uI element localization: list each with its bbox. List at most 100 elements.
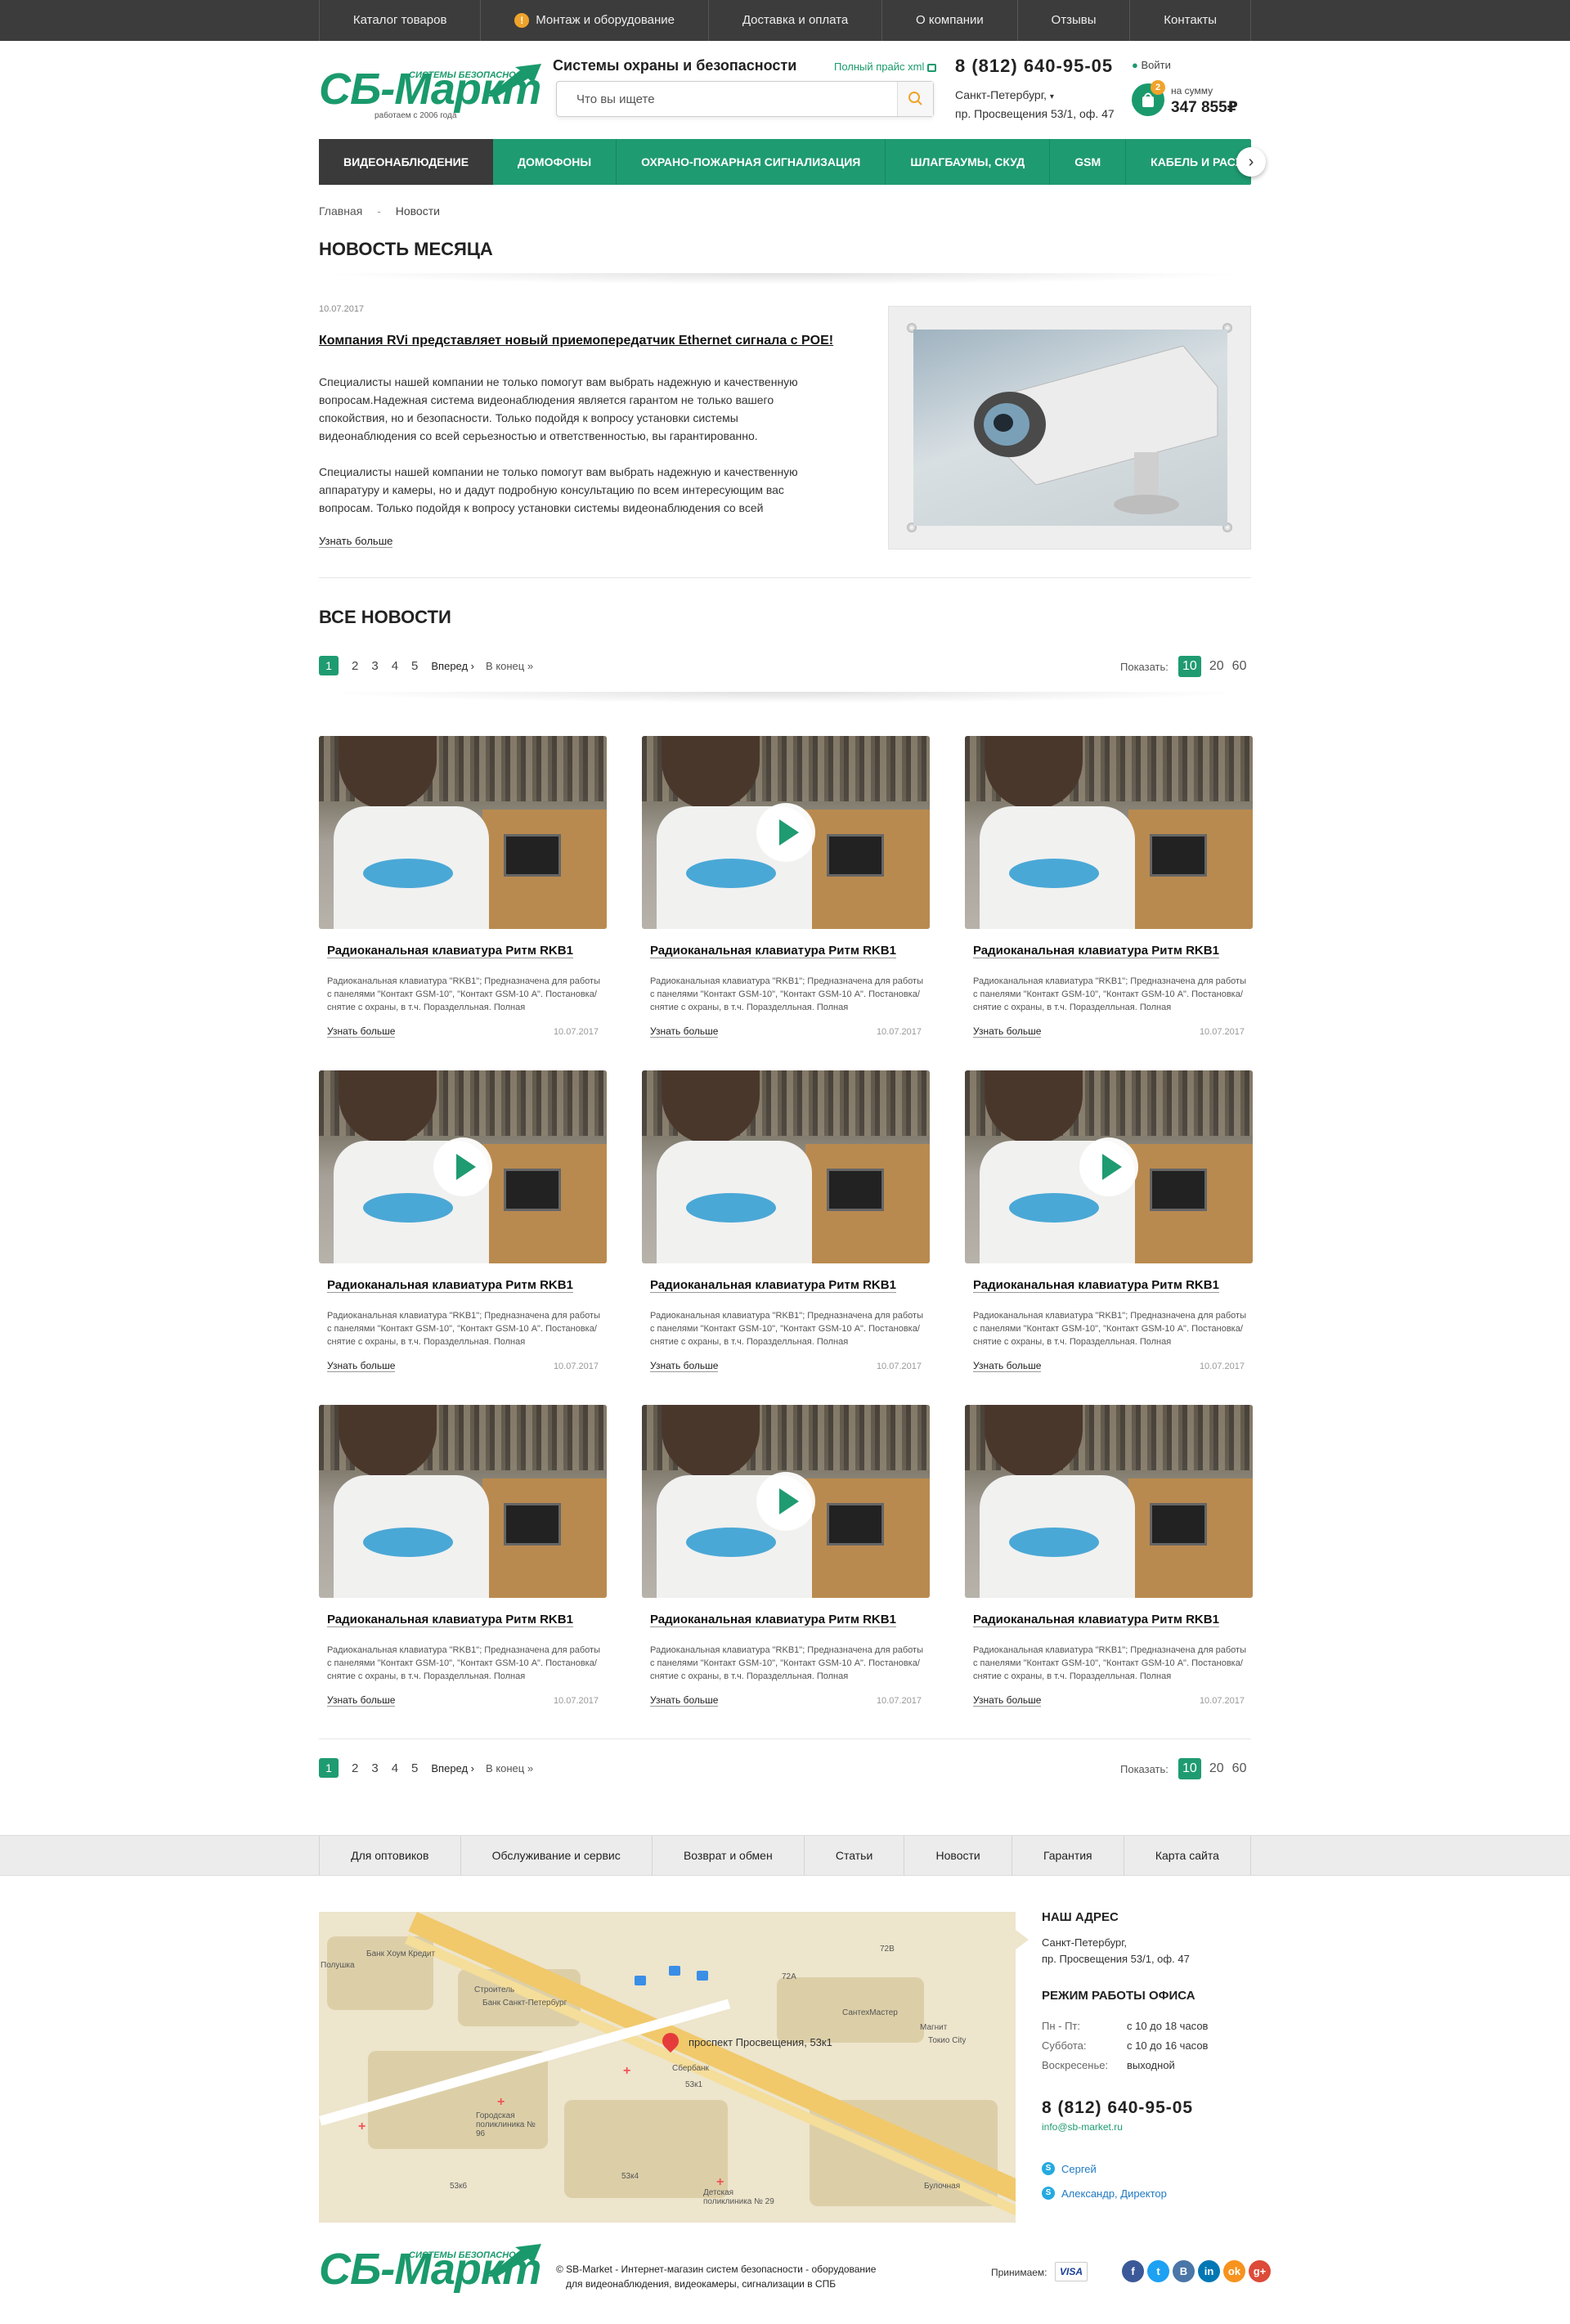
news-card-more-link[interactable]: Узнать больше (973, 1360, 1042, 1372)
contact-phone[interactable]: 8 (812) 640-95-05 (1042, 2098, 1193, 2118)
nav-item-gsm[interactable]: GSM (1050, 139, 1127, 185)
login-link[interactable]: ● Войти (1132, 59, 1171, 71)
linkedin-icon[interactable]: in (1198, 2260, 1220, 2282)
news-card[interactable]: Радиоканальная клавиатура Ритм RKB1 Радио… (965, 1405, 1253, 1725)
top-menu-contacts[interactable]: Контакты (1130, 0, 1251, 41)
news-card-image[interactable] (642, 1070, 930, 1263)
play-icon[interactable] (756, 803, 815, 862)
news-card-image[interactable] (319, 1405, 607, 1598)
page-3[interactable]: 3 (371, 659, 378, 673)
page-size-10[interactable]: 10 (1178, 656, 1201, 677)
odnoklassniki-icon[interactable]: ok (1223, 2260, 1245, 2282)
page-5[interactable]: 5 (411, 659, 418, 673)
news-card-more-link[interactable]: Узнать больше (650, 1694, 719, 1707)
top-menu-delivery[interactable]: Доставка и оплата (709, 0, 883, 41)
page-size-60[interactable]: 60 (1232, 659, 1247, 674)
contact-email[interactable]: info@sb-market.ru (1042, 2121, 1123, 2133)
top-menu-catalog[interactable]: Каталог товаров (320, 0, 482, 41)
price-list-link[interactable]: Полный прайс xml (834, 61, 936, 73)
location-map[interactable]: Банк Хоум Кредит Полушка Строитель Банк … (319, 1912, 1016, 2223)
news-card-title[interactable]: Радиоканальная клавиатура Ритм RKB1 (973, 944, 1219, 958)
page-forward[interactable]: Вперед › (431, 660, 474, 672)
page-size-60[interactable]: 60 (1232, 1761, 1247, 1776)
news-card-more-link[interactable]: Узнать больше (650, 1360, 719, 1372)
page-3[interactable]: 3 (371, 1761, 378, 1775)
page-size-20[interactable]: 20 (1209, 659, 1224, 674)
nav-next-arrow-icon[interactable]: › (1236, 147, 1266, 177)
search-button[interactable] (897, 82, 933, 116)
news-card[interactable]: Радиоканальная клавиатура Ритм RKB1 Радио… (319, 1070, 607, 1391)
news-card-more-link[interactable]: Узнать больше (327, 1694, 396, 1707)
news-card-more-link[interactable]: Узнать больше (650, 1025, 719, 1038)
news-card-image[interactable] (319, 736, 607, 929)
footer-link-articles[interactable]: Статьи (805, 1836, 905, 1875)
page-forward[interactable]: Вперед › (431, 1762, 474, 1774)
page-1[interactable]: 1 (319, 656, 339, 675)
page-2[interactable]: 2 (352, 659, 358, 673)
footer-link-sitemap[interactable]: Карта сайта (1124, 1836, 1251, 1875)
search-box[interactable]: Что вы ищете (556, 81, 934, 117)
news-card[interactable]: Радиоканальная клавиатура Ритм RKB1 Радио… (965, 1070, 1253, 1391)
nav-item-fire-alarm[interactable]: ОХРАНО-ПОЖАРНАЯ СИГНАЛИЗАЦИЯ (617, 139, 886, 185)
top-menu-installation[interactable]: ! Монтаж и оборудование (481, 0, 709, 41)
footer-link-warranty[interactable]: Гарантия (1012, 1836, 1124, 1875)
vk-icon[interactable]: В (1173, 2260, 1195, 2282)
page-end[interactable]: В конец » (486, 1762, 533, 1774)
play-icon[interactable] (756, 1472, 815, 1531)
nav-item-barriers[interactable]: ШЛАГБАУМЫ, СКУД (886, 139, 1051, 185)
page-5[interactable]: 5 (411, 1761, 418, 1775)
featured-title[interactable]: Компания RVi представляет новый приемопе… (319, 334, 833, 348)
news-card[interactable]: Радиоканальная клавиатура Ритм RKB1 Радио… (642, 1405, 930, 1725)
news-card-more-link[interactable]: Узнать больше (327, 1360, 396, 1372)
page-1[interactable]: 1 (319, 1758, 339, 1778)
page-4[interactable]: 4 (392, 1761, 398, 1775)
news-card[interactable]: Радиоканальная клавиатура Ритм RKB1 Радио… (642, 1070, 930, 1391)
news-card[interactable]: Радиоканальная клавиатура Ритм RKB1 Радио… (319, 1405, 607, 1725)
news-card-image[interactable] (965, 1405, 1253, 1598)
header-phone[interactable]: 8 (812) 640-95-05 (955, 56, 1113, 77)
play-icon[interactable] (433, 1137, 492, 1196)
news-card-title[interactable]: Радиоканальная клавиатура Ритм RKB1 (973, 1613, 1219, 1627)
page-size-10[interactable]: 10 (1178, 1758, 1201, 1779)
news-card-title[interactable]: Радиоканальная клавиатура Ритм RKB1 (650, 1613, 896, 1627)
nav-item-cable[interactable]: КАБЕЛЬ И РАСХОДНИКИ (1126, 139, 1316, 185)
nav-item-video[interactable]: ВИДЕОНАБЛЮДЕНИЕ (319, 139, 494, 185)
skype-contact[interactable]: S Сергей (1042, 2162, 1097, 2175)
news-card[interactable]: Радиоканальная клавиатура Ритм RKB1 Радио… (965, 736, 1253, 1057)
news-card-image[interactable] (965, 1070, 1253, 1263)
news-card-title[interactable]: Радиоканальная клавиатура Ритм RKB1 (327, 944, 573, 958)
news-card-image[interactable] (642, 1405, 930, 1598)
news-card-more-link[interactable]: Узнать больше (973, 1694, 1042, 1707)
google-plus-icon[interactable]: g+ (1249, 2260, 1271, 2282)
news-card-title[interactable]: Радиоканальная клавиатура Ритм RKB1 (650, 944, 896, 958)
top-menu-about[interactable]: О компании (882, 0, 1018, 41)
news-card-image[interactable] (642, 736, 930, 929)
news-card-more-link[interactable]: Узнать больше (973, 1025, 1042, 1038)
page-end[interactable]: В конец » (486, 660, 533, 672)
skype-contact[interactable]: S Александр, Директор (1042, 2187, 1167, 2200)
news-card[interactable]: Радиоканальная клавиатура Ритм RKB1 Радио… (642, 736, 930, 1057)
facebook-icon[interactable]: f (1122, 2260, 1144, 2282)
news-card-title[interactable]: Радиоканальная клавиатура Ритм RKB1 (327, 1613, 573, 1627)
twitter-icon[interactable]: t (1147, 2260, 1169, 2282)
news-card-title[interactable]: Радиоканальная клавиатура Ритм RKB1 (327, 1278, 573, 1293)
nav-item-intercom[interactable]: ДОМОФОНЫ (493, 139, 617, 185)
footer-link-news[interactable]: Новости (904, 1836, 1012, 1875)
news-card-image[interactable] (319, 1070, 607, 1263)
featured-image-frame[interactable] (888, 306, 1251, 550)
breadcrumb-home[interactable]: Главная (319, 204, 362, 218)
news-card-image[interactable] (965, 736, 1253, 929)
top-menu-reviews[interactable]: Отзывы (1018, 0, 1131, 41)
page-4[interactable]: 4 (392, 659, 398, 673)
featured-more-link[interactable]: Узнать больше (319, 535, 393, 548)
search-input[interactable]: Что вы ищете (576, 92, 655, 106)
page-size-20[interactable]: 20 (1209, 1761, 1224, 1776)
news-card-more-link[interactable]: Узнать больше (327, 1025, 396, 1038)
footer-link-service[interactable]: Обслуживание и сервис (461, 1836, 653, 1875)
news-card[interactable]: Радиоканальная клавиатура Ритм RKB1 Радио… (319, 736, 607, 1057)
play-icon[interactable] (1079, 1137, 1138, 1196)
footer-link-wholesale[interactable]: Для оптовиков (320, 1836, 461, 1875)
news-card-title[interactable]: Радиоканальная клавиатура Ритм RKB1 (973, 1278, 1219, 1293)
footer-link-returns[interactable]: Возврат и обмен (653, 1836, 805, 1875)
news-card-title[interactable]: Радиоканальная клавиатура Ритм RKB1 (650, 1278, 896, 1293)
